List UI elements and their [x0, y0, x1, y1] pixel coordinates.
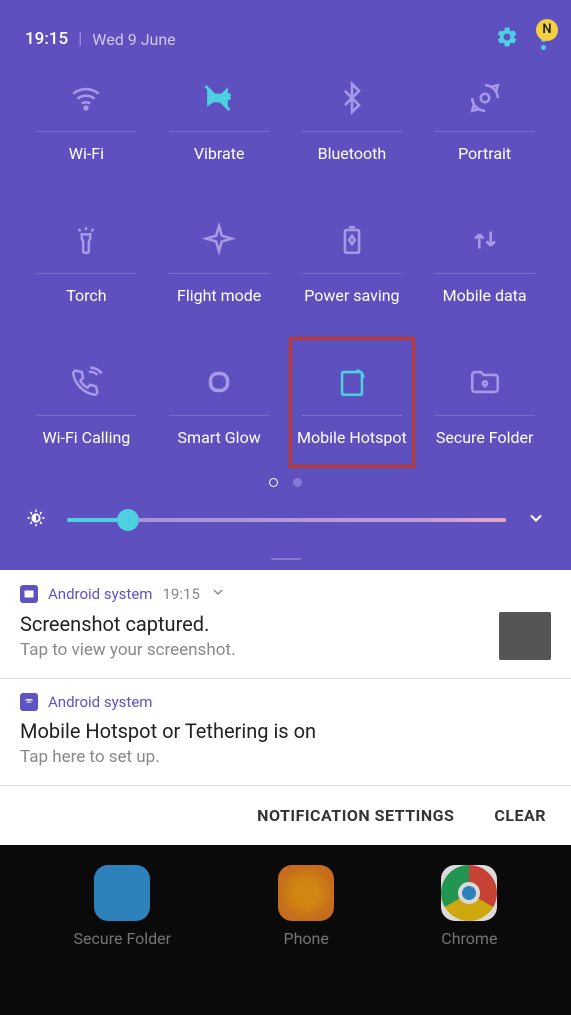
tile-data[interactable]: Mobile data	[418, 215, 551, 307]
page-dot-current[interactable]	[269, 478, 278, 487]
time-divider: |	[78, 29, 82, 49]
notification-body: Mobile Hotspot or Tethering is on Tap he…	[20, 719, 551, 767]
clock: 19:15	[25, 29, 68, 49]
glow-icon	[202, 357, 236, 407]
home-screen-background: Secure Folder Phone Chrome	[0, 845, 571, 968]
tile-wifi[interactable]: Wi-Fi	[20, 73, 153, 165]
notification-title: Mobile Hotspot or Tethering is on	[20, 719, 316, 743]
app-name: Android system	[48, 585, 152, 603]
tile-divider	[36, 415, 136, 416]
notification-header: Android system 19:15	[20, 584, 551, 604]
home-app-secure-folder[interactable]: Secure Folder	[74, 865, 172, 948]
app-name: Android system	[48, 693, 152, 711]
quick-tiles-grid: Wi-Fi Vibrate Bluetooth Portrait Torch F…	[0, 73, 571, 448]
brightness-slider[interactable]	[67, 518, 506, 522]
tile-divider	[169, 131, 269, 132]
status-right: N	[495, 25, 546, 53]
app-launcher-icon	[94, 865, 150, 921]
notification-time: 19:15	[162, 585, 199, 603]
notification-header: Android system	[20, 693, 551, 711]
app-launcher-icon	[278, 865, 334, 921]
tile-airplane[interactable]: Flight mode	[153, 215, 286, 307]
tile-divider	[36, 131, 136, 132]
screenshot-thumbnail	[499, 612, 551, 660]
folder-icon	[468, 357, 502, 407]
tile-divider	[302, 131, 402, 132]
app-launcher-icon	[441, 865, 497, 921]
tile-label: Torch	[66, 286, 106, 307]
bluetooth-icon	[335, 73, 369, 123]
app-icon	[20, 693, 38, 711]
tile-battery[interactable]: Power saving	[286, 215, 419, 307]
brightness-icon	[25, 507, 47, 533]
tile-label: Vibrate	[194, 144, 245, 165]
tile-label: Wi-Fi	[69, 144, 104, 165]
chevron-down-icon[interactable]	[526, 508, 546, 532]
chevron-down-icon[interactable]	[210, 584, 226, 604]
notification-settings-button[interactable]: NOTIFICATION SETTINGS	[257, 806, 454, 825]
settings-icon[interactable]	[495, 25, 519, 53]
wificall-icon	[69, 357, 103, 407]
tile-vibrate[interactable]: Vibrate	[153, 73, 286, 165]
notifications-list: Android system 19:15 Screenshot captured…	[0, 570, 571, 786]
tile-divider	[302, 415, 402, 416]
notification-body: Screenshot captured. Tap to view your sc…	[20, 612, 551, 660]
tile-divider	[435, 415, 535, 416]
tile-torch[interactable]: Torch	[20, 215, 153, 307]
tile-divider	[169, 415, 269, 416]
tile-label: Wi-Fi Calling	[42, 428, 130, 449]
tile-divider	[36, 273, 136, 274]
notification-badge: N	[536, 19, 558, 41]
tile-label: Secure Folder	[436, 428, 534, 449]
notification-subtitle: Tap here to set up.	[20, 747, 316, 767]
more-button[interactable]: N	[541, 29, 546, 50]
hotspot-icon	[335, 357, 369, 407]
tile-wificall[interactable]: Wi-Fi Calling	[20, 357, 153, 449]
status-left: 19:15 | Wed 9 June	[25, 29, 176, 49]
tile-divider	[302, 273, 402, 274]
notification-title: Screenshot captured.	[20, 612, 235, 636]
slider-thumb[interactable]	[117, 509, 139, 531]
tile-hotspot[interactable]: Mobile Hotspot	[286, 357, 419, 449]
tile-label: Smart Glow	[178, 428, 261, 449]
status-bar: 19:15 | Wed 9 June N	[0, 20, 571, 73]
tile-divider	[435, 131, 535, 132]
tile-label: Bluetooth	[318, 144, 387, 165]
date: Wed 9 June	[92, 30, 175, 49]
tile-folder[interactable]: Secure Folder	[418, 357, 551, 449]
tile-bluetooth[interactable]: Bluetooth	[286, 73, 419, 165]
notification-item[interactable]: Android system Mobile Hotspot or Tetheri…	[0, 679, 571, 786]
tile-label: Portrait	[458, 144, 511, 165]
torch-icon	[69, 215, 103, 265]
airplane-icon	[202, 215, 236, 265]
tile-label: Mobile Hotspot	[297, 428, 407, 449]
app-label: Secure Folder	[74, 929, 172, 948]
app-label: Chrome	[441, 929, 497, 948]
notification-item[interactable]: Android system 19:15 Screenshot captured…	[0, 570, 571, 679]
wifi-icon	[69, 73, 103, 123]
drag-handle[interactable]	[0, 558, 571, 570]
app-label: Phone	[284, 929, 329, 948]
page-indicator	[0, 478, 571, 487]
rotation-icon	[468, 73, 502, 123]
tile-label: Power saving	[304, 286, 399, 307]
data-icon	[468, 215, 502, 265]
quick-settings-panel: 19:15 | Wed 9 June N Wi-Fi Vibrate Bluet…	[0, 0, 571, 570]
vibrate-icon	[201, 73, 237, 123]
tile-label: Flight mode	[177, 286, 261, 307]
tile-rotation[interactable]: Portrait	[418, 73, 551, 165]
tile-glow[interactable]: Smart Glow	[153, 357, 286, 449]
home-app-phone[interactable]: Phone	[278, 865, 334, 948]
tile-divider	[435, 273, 535, 274]
tile-label: Mobile data	[443, 286, 527, 307]
brightness-row	[0, 487, 571, 558]
notification-subtitle: Tap to view your screenshot.	[20, 640, 235, 660]
app-icon	[20, 585, 38, 603]
tile-divider	[169, 273, 269, 274]
home-app-chrome[interactable]: Chrome	[441, 865, 497, 948]
notification-actions: NOTIFICATION SETTINGS CLEAR	[0, 786, 571, 845]
page-dot[interactable]	[293, 478, 302, 487]
battery-icon	[335, 215, 369, 265]
clear-button[interactable]: CLEAR	[494, 806, 546, 825]
